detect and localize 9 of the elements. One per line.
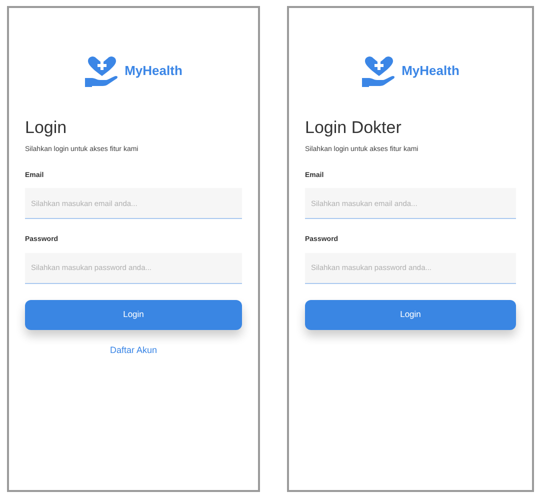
login-button[interactable]: Login bbox=[25, 300, 242, 330]
heart-in-hand-icon bbox=[84, 55, 119, 87]
heart-in-hand-icon bbox=[362, 55, 396, 87]
screen-title: Login bbox=[25, 118, 68, 138]
screen-title: Login Dokter bbox=[305, 118, 402, 138]
login-button[interactable]: Login bbox=[305, 300, 516, 330]
brand-name: MyHealth bbox=[124, 62, 182, 80]
register-link[interactable]: Daftar Akun bbox=[110, 344, 158, 357]
brand-name: MyHealth bbox=[402, 62, 460, 80]
